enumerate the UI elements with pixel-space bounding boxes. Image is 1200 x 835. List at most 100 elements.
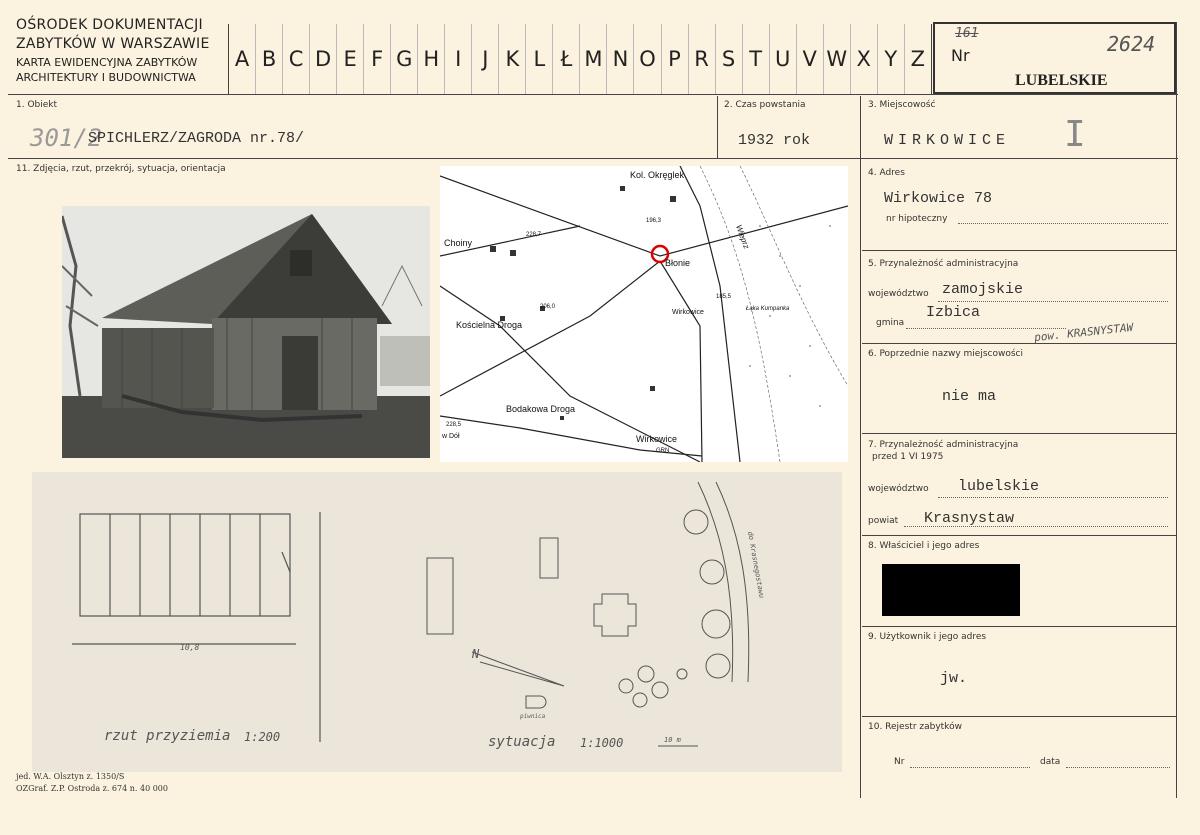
gmina-line [906,327,1066,329]
index-letter: B [256,24,284,94]
obiekt-label: 1. Obiekt [16,100,58,110]
svg-text:185,5: 185,5 [716,294,732,300]
map-label-okreglek: Kol. Okręglek [630,170,685,180]
index-letter: J [472,24,500,94]
index-letter: D [310,24,338,94]
divider [862,626,1176,627]
region-stamp: LUBELSKIE [1015,72,1108,89]
czas-label: 2. Czas powstania [724,100,806,110]
gmina-note: pow. KRASNYSTAW [1033,320,1134,345]
frame-line [860,96,861,798]
rejestr-data-line [1066,766,1170,768]
index-letter: F [364,24,392,94]
index-letter: P [662,24,689,94]
nr-handwritten-value: 2624 [1107,32,1156,56]
index-letter: C [283,24,311,94]
index-letter: E [337,24,365,94]
index-letter: U [770,24,797,94]
nr-struck-value: 161 [955,26,979,41]
wojewodztwo2-label: województwo [868,484,929,494]
index-letter: L [526,24,554,94]
org-card-title-line2: ARCHITEKTURY I BUDOWNICTWA [16,71,196,84]
rejestr-label: 10. Rejestr zabytków [868,722,962,732]
hipoteczny-line [958,222,1168,224]
svg-text:206,0: 206,0 [540,304,556,310]
gmina-value: Izbica [926,304,981,321]
nr-label: Nr [951,46,970,65]
miejscowosc-value: WIRKOWICE [884,132,1011,149]
index-letter: Y [878,24,905,94]
rejestr-nr-label: Nr [894,757,905,767]
index-letter: H [418,24,446,94]
wojewodztwo-value: zamojskie [942,281,1024,298]
nr-box: Nr 161 2624 LUBELSKIE [933,22,1176,94]
org-name-line2: ZABYTKÓW W WARSZAWIE [16,36,210,52]
plan-scale: 1:200 [244,730,281,744]
adres-value: Wirkowice 78 [884,190,993,207]
site-caption: sytuacja [488,734,556,750]
map-label-wdol: w Dół [441,433,460,440]
powiat-label: powiat [868,516,899,526]
index-letter: I [445,24,473,94]
plan-dimension: 10,8 [180,643,199,652]
svg-text:Łąka Kumpanka: Łąka Kumpanka [746,306,790,312]
drawings-image: N 10,8 piwnica do Krasnegostawu 10 m [72,481,766,747]
map-label-wirkowice: Wirkowice [672,309,704,316]
divider [862,535,1176,536]
cellar-label: piwnica [520,713,546,720]
uzytkownik-label: 9. Użytkownik i jego adres [868,632,987,642]
przynaleznosc-przed-label2: przed 1 VI 1975 [872,452,944,462]
gmina-label: gmina [876,318,905,328]
svg-text:GRN: GRN [656,448,669,454]
alphabet-index: ABCDEFGHIJKLŁMNOPRSTUVWXYZ [228,24,932,94]
index-letter: A [229,24,257,94]
hipoteczny-label: nr hipoteczny [886,214,948,224]
index-letter: Z [910,47,925,71]
map-label-blonie: Błonie [665,258,690,268]
wojewodztwo2-line [938,496,1168,498]
powiat-line [904,525,1168,527]
drawings-panel: N 10,8 piwnica do Krasnegostawu 10 m [32,472,842,772]
index-letter: O [634,24,662,94]
frame-line [8,94,1178,95]
site-scale-bar-label: 10 m [664,736,682,744]
rejestr-nr-line [910,766,1030,768]
north-mark: N [471,647,480,661]
wojewodztwo-line [938,300,1168,302]
svg-text:228,5: 228,5 [446,422,462,428]
site-scale: 1:1000 [580,736,624,750]
map-label-bodakowa: Bodakowa Droga [506,404,575,414]
plan-caption: rzut przyziemia [104,728,231,744]
map-label-choiny: Choiny [444,238,473,248]
org-name-line1: OŚRODEK DOKUMENTACJI [16,17,203,33]
uzytkownik-value: jw. [940,670,968,687]
zdjecia-label: 11. Zdjęcia, rzut, przekrój, sytuacja, o… [16,164,226,174]
map-label-wieprz: Wieprz [734,224,751,250]
index-letter: X [851,24,878,94]
map-label-koscielna: Kościelna Droga [456,320,522,330]
frame-line [8,158,1178,159]
wojewodztwo2-value: lubelskie [958,478,1040,495]
print-info-line1: jed. W.A. Olsztyn z. 1350/S [16,772,125,781]
location-map-image: Kol. Okręglek Choiny Błonie Kościelna Dr… [440,166,848,462]
org-card-title-line1: KARTA EWIDENCYJNA ZABYTKÓW [16,56,198,69]
index-letter: W [824,24,851,94]
wojewodztwo-label: województwo [868,289,929,299]
poprzednie-value: nie ma [942,388,997,405]
index-letter: T [743,24,770,94]
map-label-wirkowice-grn: Wirkowice [636,434,677,444]
road-label: do Krasnegostawu [746,531,766,599]
index-letter: K [499,24,527,94]
frame-line [1176,22,1177,798]
wlasciciel-label: 8. Właściciel i jego adres [868,541,980,551]
redacted-owner [882,564,1020,616]
svg-text:196,3: 196,3 [646,218,662,224]
svg-text:228,7: 228,7 [526,232,542,238]
index-letter: Ł [553,24,581,94]
przynaleznosc-przed-label: 7. Przynależność administracyjna [868,440,1019,450]
index-letter: V [797,24,824,94]
index-letter: M [580,24,608,94]
print-info-line2: OZGraf. Z.P. Ostroda z. 674 n. 40 000 [16,784,168,793]
rejestr-data-label: data [1040,757,1061,767]
poprzednie-label: 6. Poprzednie nazwy miejscowości [868,349,1023,359]
